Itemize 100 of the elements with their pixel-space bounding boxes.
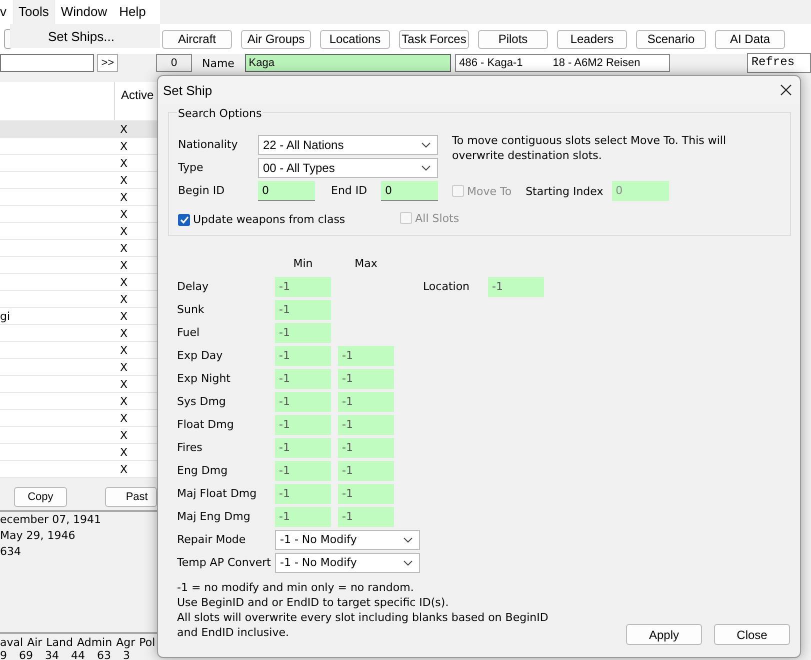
index-field: 0 [156,54,192,72]
chevron-icon [403,560,413,566]
field-label: Temp AP Convert [177,556,272,569]
stat-header: Land [46,636,73,649]
column-header: Max [354,257,378,270]
toolbar-button[interactable]: Air Groups [241,30,311,48]
input-field[interactable]: -1 [338,484,394,504]
menu-item[interactable]: Window [54,0,114,24]
table-cell-text: X [119,310,128,322]
input-field[interactable]: -1 [338,392,394,412]
table-cell-text: X [119,326,128,340]
group-legend: Search Options [177,107,263,120]
stat-value: 44 [71,649,85,660]
toolbar-button[interactable]: Pilots [478,30,548,48]
input-field[interactable]: 0 [381,180,438,200]
input-field[interactable]: -1 [275,506,331,526]
input-field[interactable]: -1 [275,368,331,388]
checkbox[interactable]: Update weapons from class [178,213,346,226]
field-label: Begin ID [178,184,226,197]
input-field[interactable]: -1 [338,438,394,458]
stat-header: Agr [116,636,136,649]
stat-header: Air [27,636,42,649]
chevron-icon [421,164,431,170]
go-button[interactable]: >> [96,54,118,72]
field-label: Fires [177,441,204,454]
input-field[interactable]: -1 [275,414,331,434]
field-label: Delay [177,280,210,293]
field-label: Starting Index [526,184,604,198]
copy-button[interactable]: Copy [14,487,67,507]
menu-entry[interactable]: Set Ships... [10,28,114,44]
dialog-button[interactable]: Apply [626,624,702,645]
name-field[interactable]: Kaga [244,54,452,72]
chevron-icon [421,142,431,148]
checkmark-icon [180,216,188,224]
stat-header: Admin [77,636,112,649]
input-field[interactable]: -1 [338,368,394,388]
table-cell-text: X [119,208,128,220]
menu-item[interactable]: v [0,0,12,24]
stat-header: Pol [139,636,156,649]
help-text: Use BeginID and or EndID to target specific ID(s). [177,595,450,610]
field-label: Sys Dmg [177,395,227,408]
table-cell-text: X [119,378,128,390]
table-cell-text: X [119,394,128,408]
toolbar-button[interactable]: AI Data [715,30,785,48]
table-cell-text: X [119,292,128,306]
input-field[interactable]: -1 [338,414,394,434]
dropdown[interactable]: -1 - No Modify [275,530,420,550]
input-field[interactable]: -1 [338,346,394,366]
toolbar-button[interactable]: Task Forces [399,30,469,48]
input-field[interactable]: -1 [275,346,331,366]
table-cell-text: X [119,156,128,170]
type-dropdown[interactable]: 00 - All Types [258,158,438,178]
chevron-icon [403,536,413,542]
table-cell-text: X [119,276,128,288]
dialog-button[interactable]: Close [714,624,790,645]
info-text: 18 - A6M2 Reisen [552,56,640,71]
field-label: Eng Dmg [177,464,229,477]
input-field[interactable]: -1 [338,460,394,480]
help-text: -1 = no modify and min only = no random. [177,580,415,595]
paste-button[interactable]: Past [104,487,157,507]
table-cell-text: X [119,428,128,442]
help-text: To move contiguous slots select Move To. This will overwrite destination slots. [452,133,728,163]
nationality-dropdown[interactable]: 22 - All Nations [258,134,438,154]
input-field[interactable]: 0 [258,180,315,200]
field-label: Location [423,280,471,293]
toolbar-button[interactable]: Aircraft [162,30,232,48]
input-field[interactable]: -1 [275,484,331,504]
table-cell-text: X [119,258,128,272]
table-cell-text: X [119,446,128,458]
dropdown[interactable]: -1 - No Modify [275,552,420,572]
field-label: End ID [331,184,368,197]
menu-item[interactable]: Tools [12,0,55,24]
input-field[interactable]: -1 [488,276,544,296]
table-cell-text: X [119,462,128,476]
input-field[interactable]: -1 [338,506,394,526]
input-field[interactable]: -1 [275,300,331,320]
close-icon[interactable] [780,84,792,96]
toolbar-button[interactable]: Scenario [636,30,706,48]
input-field[interactable]: -1 [275,276,331,296]
input-field[interactable]: -1 [275,438,331,458]
toolbar-button[interactable]: Leaders [557,30,627,48]
list-row[interactable]: X [0,121,157,138]
stat-value: 34 [45,649,59,660]
table-cell-text: X [119,174,128,186]
search-field[interactable] [0,54,94,72]
input-field[interactable]: -1 [275,322,331,342]
input-field[interactable]: -1 [275,460,331,480]
stat-value: 3 [123,649,130,660]
toolbar-button[interactable]: Locations [320,30,390,48]
table-cell-text: X [119,412,128,424]
table-cell-text: X [119,224,128,238]
help-text: All slots will overwrite every slot including blanks based on BeginID and EndID inclusive. [177,610,550,640]
table-cell-text: X [119,360,128,374]
field-label: Exp Night [177,372,232,385]
menu-item[interactable]: Help [113,0,152,24]
input-field[interactable]: -1 [275,392,331,412]
table-cell-text: X [119,140,128,152]
refresh-button[interactable]: Refres [747,53,811,73]
field-label: Sunk [177,303,206,316]
table-cell: gi [0,310,10,322]
